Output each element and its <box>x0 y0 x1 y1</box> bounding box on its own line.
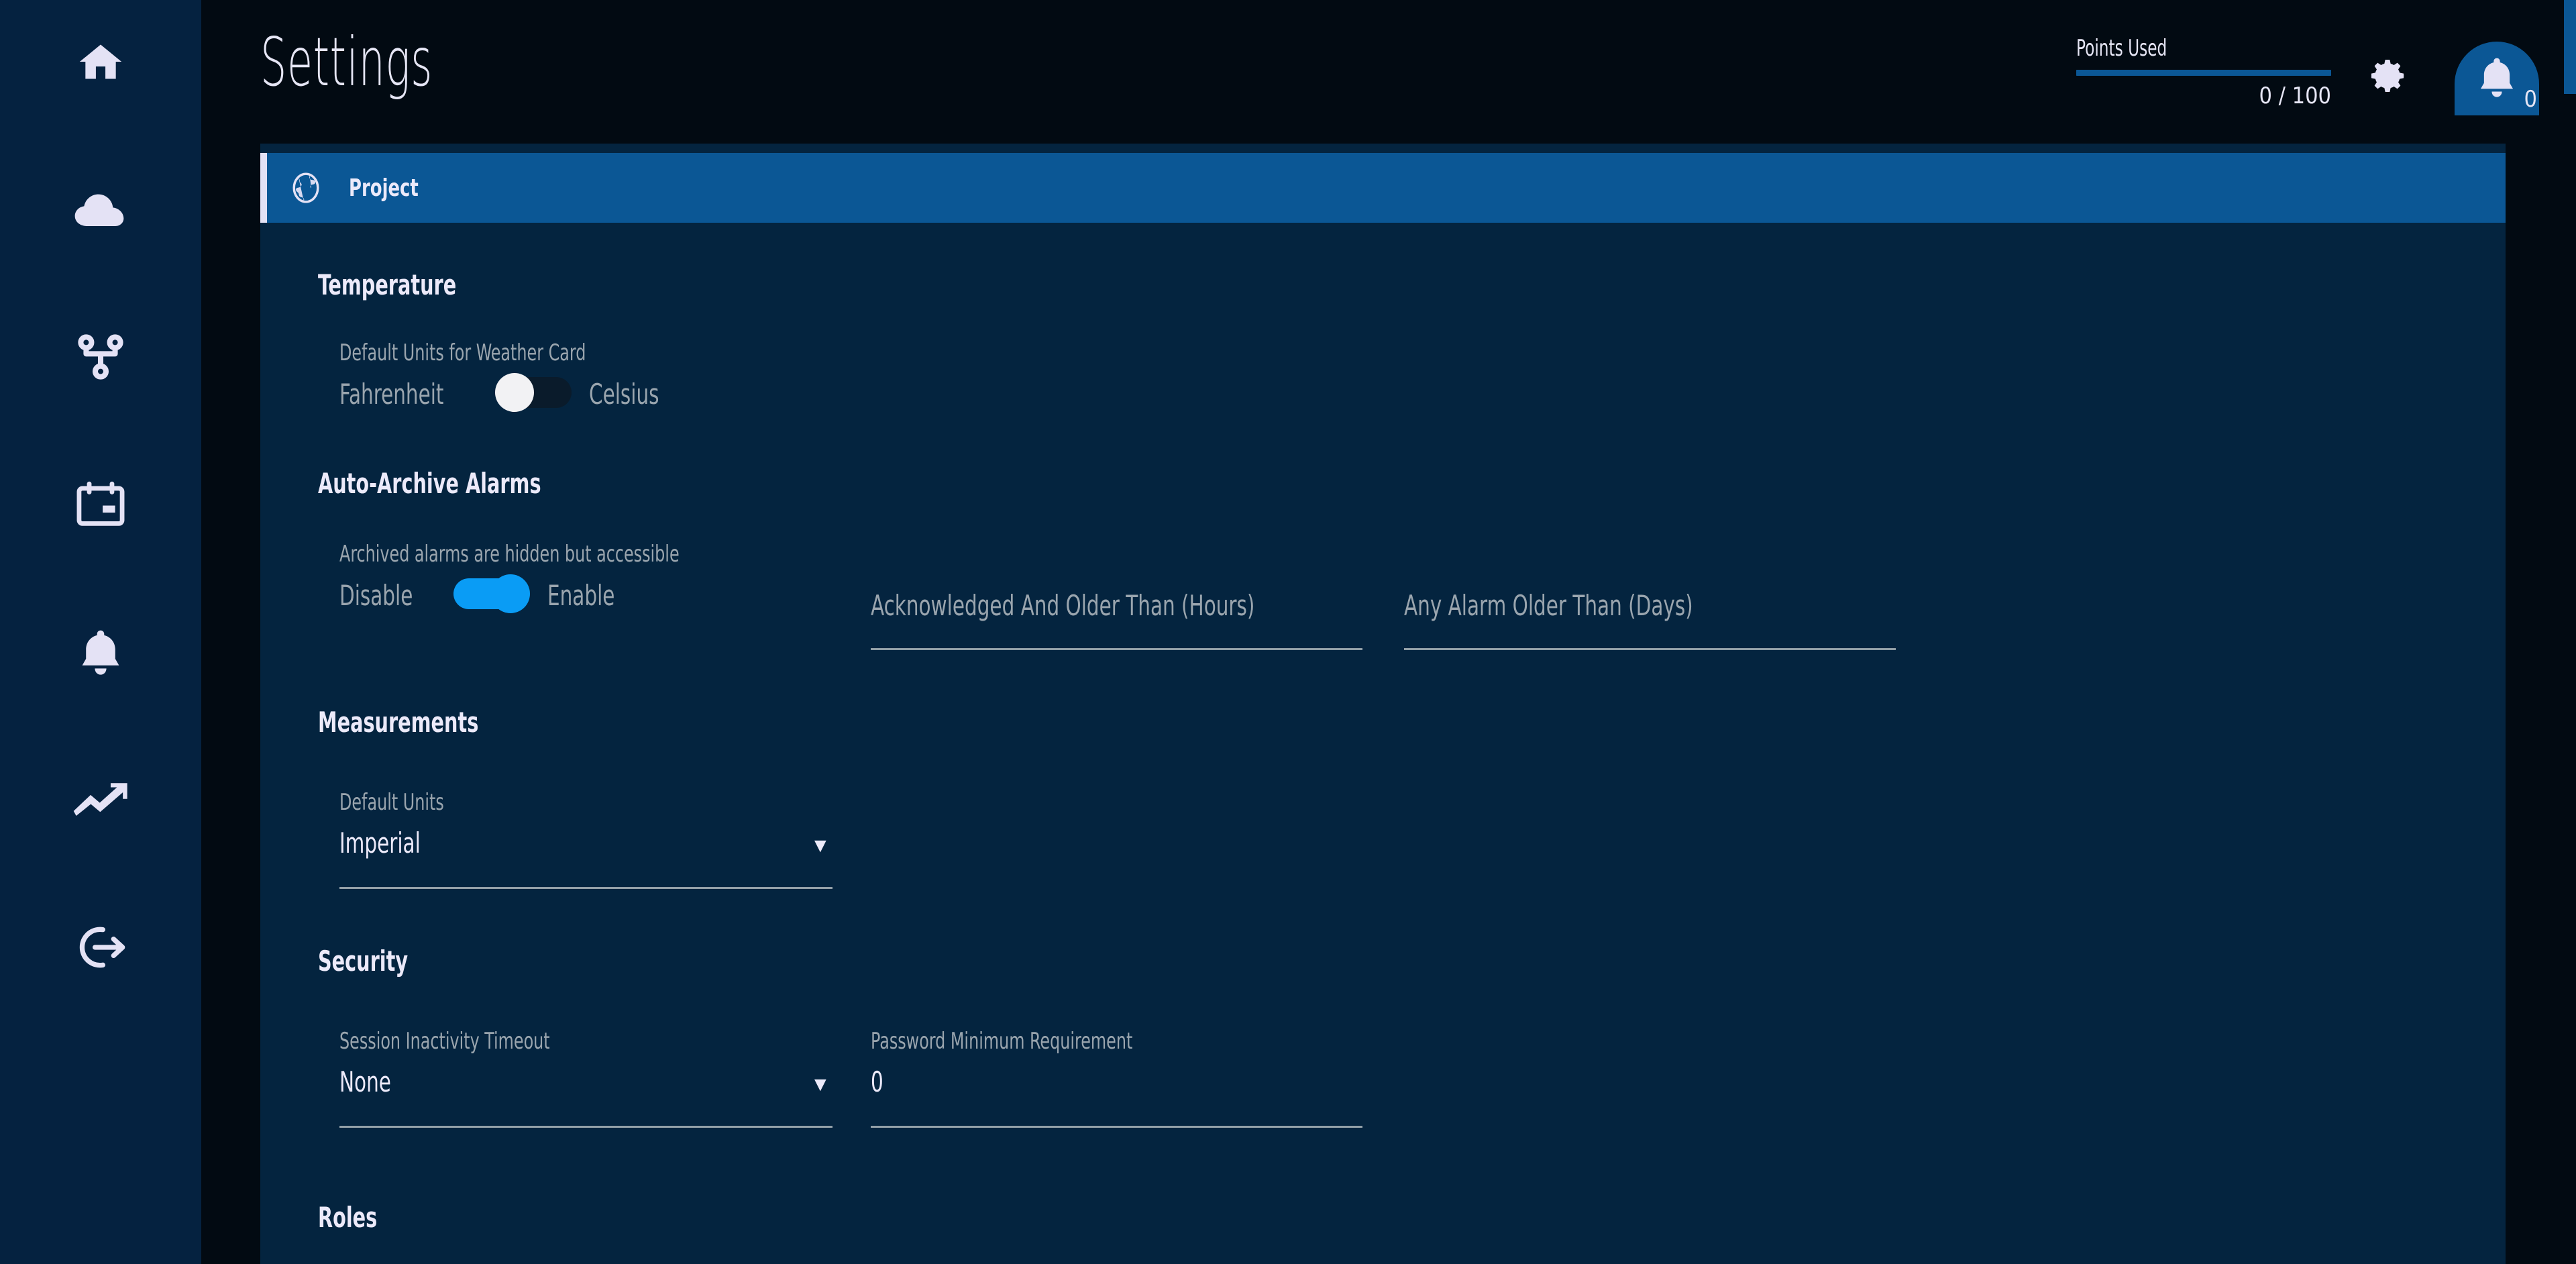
temperature-option-left: Fahrenheit <box>339 378 444 411</box>
sidebar-item-logout[interactable] <box>0 916 201 978</box>
sidebar-item-analytics[interactable] <box>0 769 201 831</box>
sidebar-item-alarms[interactable] <box>0 621 201 683</box>
select-underline <box>339 1126 833 1128</box>
acknowledged-older-than-label: Acknowledged And Older Than (Hours) <box>871 589 1255 622</box>
password-minimum-label: Password Minimum Requirement <box>871 1028 1133 1055</box>
sidebar-item-sitemap[interactable] <box>0 326 201 388</box>
home-icon <box>76 39 125 85</box>
scrollbar-thumb[interactable] <box>2564 0 2576 94</box>
banner-accent-bar <box>260 153 267 223</box>
input-underline <box>1404 648 1896 650</box>
temperature-option-right: Celsius <box>589 378 659 411</box>
chevron-down-icon[interactable]: ▼ <box>810 836 830 856</box>
points-used-label: Points Used <box>2076 35 2167 62</box>
auto-archive-option-right: Enable <box>547 579 615 612</box>
session-timeout-label: Session Inactivity Timeout <box>339 1028 550 1055</box>
settings-panel <box>260 144 2506 1264</box>
password-minimum-value: 0 <box>871 1065 883 1098</box>
page-title: Settings <box>260 23 433 101</box>
page-header: Settings Points Used 0 / 100 0 <box>201 0 2576 144</box>
project-banner[interactable]: Project <box>260 153 2506 223</box>
select-underline <box>339 887 833 889</box>
left-sidebar <box>0 0 201 1264</box>
points-progress-fill <box>2076 70 2331 76</box>
trend-up-icon <box>72 782 129 817</box>
sidebar-item-calendar[interactable] <box>0 474 201 535</box>
logout-icon <box>74 924 127 971</box>
toggle-knob <box>495 373 534 412</box>
sidebar-item-home[interactable] <box>0 31 201 93</box>
bell-icon <box>2477 55 2516 103</box>
gear-icon <box>2367 59 2408 99</box>
calendar-icon <box>76 481 125 528</box>
project-banner-label: Project <box>349 174 419 202</box>
points-progress-track <box>2076 70 2331 76</box>
section-title-roles: Roles <box>318 1201 378 1234</box>
auto-archive-toggle[interactable] <box>453 574 530 613</box>
chevron-down-icon[interactable]: ▼ <box>810 1075 830 1095</box>
input-underline <box>871 1126 1362 1128</box>
section-title-auto-archive: Auto-Archive Alarms <box>318 467 541 500</box>
points-used-meter: Points Used 0 / 100 <box>2076 35 2331 109</box>
session-timeout-value: None <box>339 1065 391 1098</box>
toggle-knob <box>491 574 530 613</box>
default-units-label: Default Units <box>339 789 444 816</box>
temperature-units-toggle[interactable] <box>495 373 572 412</box>
input-underline <box>871 648 1362 650</box>
vertical-scrollbar[interactable] <box>2564 0 2576 1264</box>
section-title-security: Security <box>318 945 409 978</box>
default-units-value: Imperial <box>339 827 421 859</box>
bell-icon <box>78 627 123 677</box>
section-title-temperature: Temperature <box>318 268 457 301</box>
sidebar-item-cloud[interactable] <box>0 178 201 240</box>
any-alarm-older-than-label: Any Alarm Older Than (Days) <box>1404 589 1693 622</box>
notification-count-badge: 0 <box>2524 86 2537 113</box>
settings-page: Settings Points Used 0 / 100 0 Project T… <box>0 0 2576 1264</box>
sitemap-icon <box>76 332 125 382</box>
settings-gear-button[interactable] <box>2367 55 2408 97</box>
section-title-measurements: Measurements <box>318 706 479 739</box>
auto-archive-description: Archived alarms are hidden but accessibl… <box>339 541 680 568</box>
cloud-icon <box>74 191 127 228</box>
auto-archive-option-left: Disable <box>339 579 413 612</box>
temperature-units-label: Default Units for Weather Card <box>339 339 586 366</box>
points-used-value: 0 / 100 <box>2259 83 2331 109</box>
globe-icon <box>288 170 323 205</box>
